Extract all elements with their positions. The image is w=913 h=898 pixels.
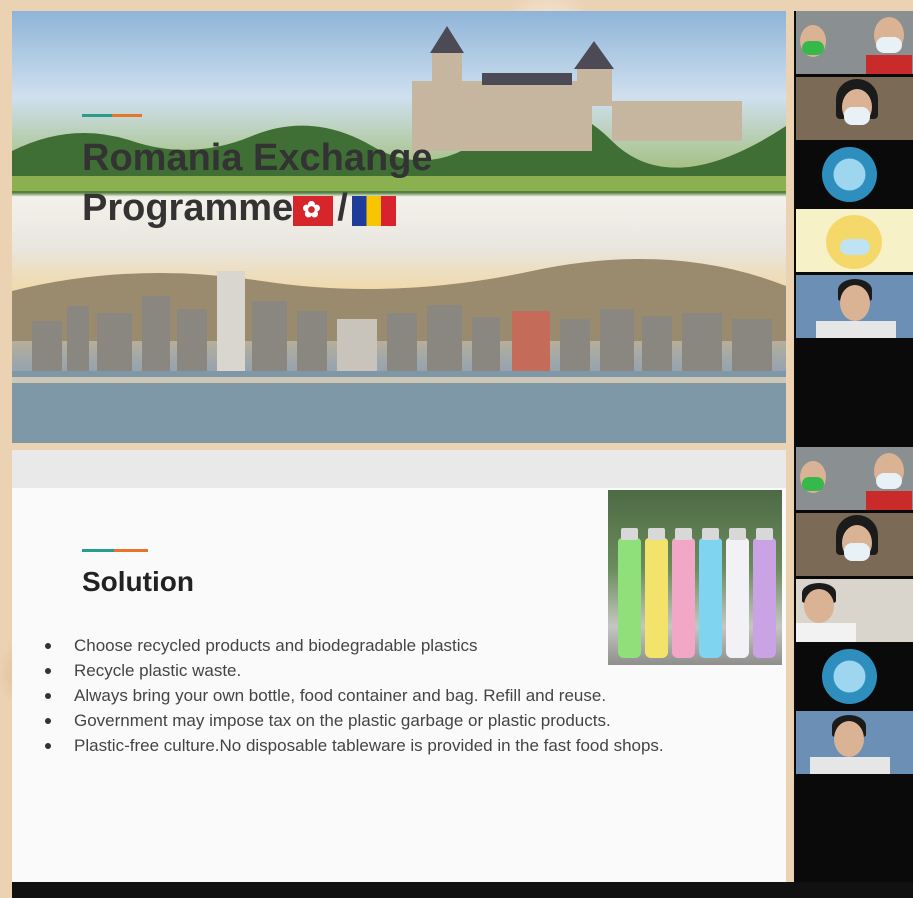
mask-icon <box>876 473 902 489</box>
participant-face <box>834 721 864 757</box>
bottle-icon <box>726 528 749 658</box>
title-programme: Programme <box>82 187 294 229</box>
title-accent-orange <box>112 114 142 117</box>
title-line-1: Romania Exchange <box>82 137 433 179</box>
mask-icon <box>876 37 902 53</box>
participant-clothing <box>810 757 890 774</box>
mask-icon <box>840 239 870 255</box>
bullet-item: Always bring your own bottle, food conta… <box>38 683 738 708</box>
participant-face <box>840 285 870 321</box>
participant-clothing <box>796 623 856 642</box>
participant-face <box>804 589 834 623</box>
bullet-item: Plastic-free culture.No disposable table… <box>38 733 738 758</box>
bottle-icon <box>645 528 668 658</box>
bottle-icon <box>672 528 695 658</box>
romania-flag-icon <box>351 196 396 226</box>
bottom-black-bar <box>12 882 913 898</box>
slide-header-band <box>12 450 786 488</box>
participant-video-tile[interactable] <box>796 447 913 510</box>
participant-video-tile[interactable] <box>796 143 913 206</box>
title-line-2: Programme / <box>82 183 433 233</box>
participant-video-tile[interactable] <box>796 579 913 642</box>
title-slide: Romania Exchange Programme / <box>12 11 786 443</box>
city-skyline-image <box>12 259 786 443</box>
mask-icon <box>844 107 870 125</box>
profile-disc-icon <box>822 649 877 704</box>
profile-disc-icon <box>822 147 877 202</box>
participant-clothing <box>866 491 912 510</box>
participant-video-tile[interactable] <box>796 209 913 272</box>
bullet-item: Government may impose tax on the plastic… <box>38 708 738 733</box>
mask-icon <box>802 41 824 55</box>
title-separator: / <box>337 187 348 229</box>
participant-video-tile[interactable] <box>796 77 913 140</box>
water-bottles-photo-icon <box>608 490 782 665</box>
participant-clothing <box>866 55 912 74</box>
participant-video-tile[interactable] <box>796 513 913 576</box>
bottle-icon <box>618 528 641 658</box>
solution-accent-teal <box>82 549 114 552</box>
title-accent-teal <box>82 114 112 117</box>
participant-video-tile[interactable] <box>796 11 913 74</box>
solution-accent-orange <box>114 549 148 552</box>
hong-kong-flag-icon <box>293 195 334 226</box>
participant-video-tile[interactable] <box>796 711 913 774</box>
participant-video-tile[interactable] <box>796 275 913 338</box>
participant-video-tile[interactable] <box>796 645 913 708</box>
solution-title: Solution <box>82 566 194 597</box>
participant-clothing <box>816 321 896 338</box>
mask-icon <box>844 543 870 561</box>
bottle-icon <box>699 528 722 658</box>
slide-title: Romania Exchange Programme / <box>82 133 433 233</box>
bottle-icon <box>753 528 776 658</box>
mask-icon <box>802 477 824 491</box>
solution-slide: Solution Choose recycled products and bi… <box>12 450 786 882</box>
participant-video-column <box>794 11 913 882</box>
